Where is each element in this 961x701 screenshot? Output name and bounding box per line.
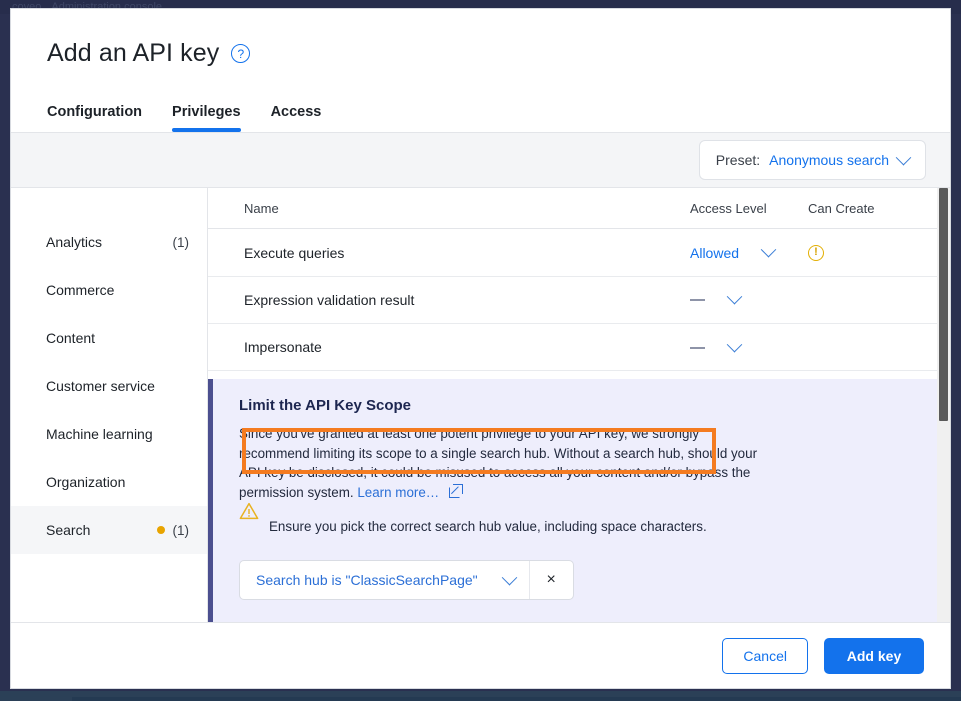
- scope-panel-note: Ensure you pick the correct search hub v…: [239, 502, 924, 534]
- sidebar-item-label: Commerce: [46, 282, 115, 298]
- access-level-value: —: [690, 338, 705, 356]
- warning-triangle-icon: [239, 502, 259, 534]
- privilege-group-sidebar: Analytics (1) Commerce Content Customer …: [11, 188, 208, 622]
- sidebar-item-search[interactable]: Search (1): [11, 506, 207, 554]
- sidebar-item-commerce[interactable]: Commerce: [11, 266, 207, 314]
- chevron-down-icon: [726, 289, 743, 305]
- column-header-access-level: Access Level: [690, 200, 767, 216]
- access-level-dropdown[interactable]: —: [690, 289, 808, 309]
- table-row[interactable]: Impersonate —: [208, 324, 950, 372]
- dialog-body: Analytics (1) Commerce Content Customer …: [11, 188, 950, 623]
- search-hub-dropdown[interactable]: Search hub is "ClassicSearchPage": [240, 561, 529, 599]
- warning-icon[interactable]: !: [808, 244, 824, 261]
- sidebar-item-count: (1): [172, 522, 190, 538]
- search-hub-row: Search hub is "ClassicSearchPage" ×: [239, 560, 924, 601]
- sidebar-item-label: Search: [46, 522, 91, 538]
- scope-panel-title: Limit the API Key Scope: [239, 397, 411, 415]
- access-level-value: —: [690, 291, 705, 309]
- tab-access[interactable]: Access: [271, 104, 322, 132]
- scope-note-text: Ensure you pick the correct search hub v…: [269, 518, 707, 534]
- search-hub-control: Search hub is "ClassicSearchPage" ×: [239, 560, 574, 601]
- dialog-header: Add an API key ? Configuration Privilege…: [11, 9, 950, 132]
- dialog-title-row: Add an API key ?: [47, 39, 914, 68]
- access-level-dropdown[interactable]: Allowed: [690, 241, 808, 261]
- preset-label: Preset:: [715, 152, 761, 168]
- table-row[interactable]: Expression validation result —: [208, 277, 950, 324]
- dialog-footer: Cancel Add key: [11, 622, 950, 688]
- sidebar-item-organization[interactable]: Organization: [11, 458, 207, 506]
- sidebar-item-customer-service[interactable]: Customer service: [11, 362, 207, 410]
- scope-panel-body: Since you've granted at least one potent…: [239, 424, 769, 502]
- preset-dropdown[interactable]: Preset: Anonymous search: [698, 140, 926, 180]
- add-key-button[interactable]: Add key: [824, 637, 924, 674]
- sidebar-item-label: Organization: [46, 474, 126, 490]
- sidebar-item-label: Content: [46, 330, 96, 346]
- tab-configuration[interactable]: Configuration: [47, 104, 142, 132]
- sidebar-item-meta: (1): [156, 522, 190, 538]
- sidebar-item-label: Machine learning: [46, 426, 153, 442]
- sidebar-item-label: Analytics: [46, 234, 103, 250]
- can-create-cell: !: [808, 244, 928, 261]
- limit-scope-panel: Limit the API Key Scope Since you've gra…: [208, 379, 950, 623]
- access-level-dropdown[interactable]: —: [690, 336, 808, 356]
- external-link-icon[interactable]: [448, 483, 463, 498]
- privilege-content: Name Access Level Can Create Execute que…: [208, 188, 950, 623]
- access-level-value: Allowed: [690, 244, 740, 261]
- chevron-down-icon: [760, 241, 777, 258]
- privilege-name: Expression validation result: [244, 291, 415, 308]
- page-title: Add an API key: [47, 39, 220, 67]
- tab-bar: Configuration Privileges Access: [47, 104, 914, 132]
- preset-value: Anonymous search: [769, 152, 889, 168]
- sidebar-item-meta: (1): [173, 235, 190, 250]
- chevron-down-icon: [501, 569, 517, 585]
- learn-more-link[interactable]: Learn more…: [357, 485, 439, 500]
- sidebar-item-count: (1): [172, 234, 190, 250]
- help-icon[interactable]: ?: [231, 44, 251, 63]
- chevron-down-icon: [726, 336, 743, 353]
- privilege-name: Impersonate: [244, 339, 322, 356]
- table-row[interactable]: Execute queries Allowed !: [208, 229, 950, 277]
- preset-bar: Preset: Anonymous search: [11, 132, 950, 188]
- content-scrollbar[interactable]: [937, 188, 950, 622]
- scope-panel-body-text: Since you've granted at least one potent…: [239, 426, 758, 500]
- sidebar-item-machine-learning[interactable]: Machine learning: [11, 410, 207, 458]
- add-api-key-dialog: Add an API key ? Configuration Privilege…: [10, 8, 951, 689]
- sidebar-item-label: Customer service: [46, 378, 155, 394]
- privilege-name: Execute queries: [244, 244, 345, 261]
- column-header-name: Name: [244, 200, 279, 216]
- cancel-button[interactable]: Cancel: [722, 637, 808, 674]
- close-icon[interactable]: ×: [528, 561, 573, 600]
- chevron-down-icon: [895, 149, 912, 165]
- app-bottom-bar-inner: [72, 697, 961, 701]
- sidebar-item-content[interactable]: Content: [11, 314, 207, 362]
- warning-dot-icon: [156, 526, 165, 534]
- tab-privileges[interactable]: Privileges: [172, 104, 241, 132]
- app-bottom-bar: [0, 691, 961, 701]
- search-hub-value: Search hub is "ClassicSearchPage": [256, 572, 478, 589]
- sidebar-item-analytics[interactable]: Analytics (1): [11, 218, 207, 266]
- privilege-table-header: Name Access Level Can Create: [208, 188, 950, 230]
- column-header-can-create: Can Create: [808, 200, 875, 216]
- scrollbar-thumb[interactable]: [939, 188, 948, 421]
